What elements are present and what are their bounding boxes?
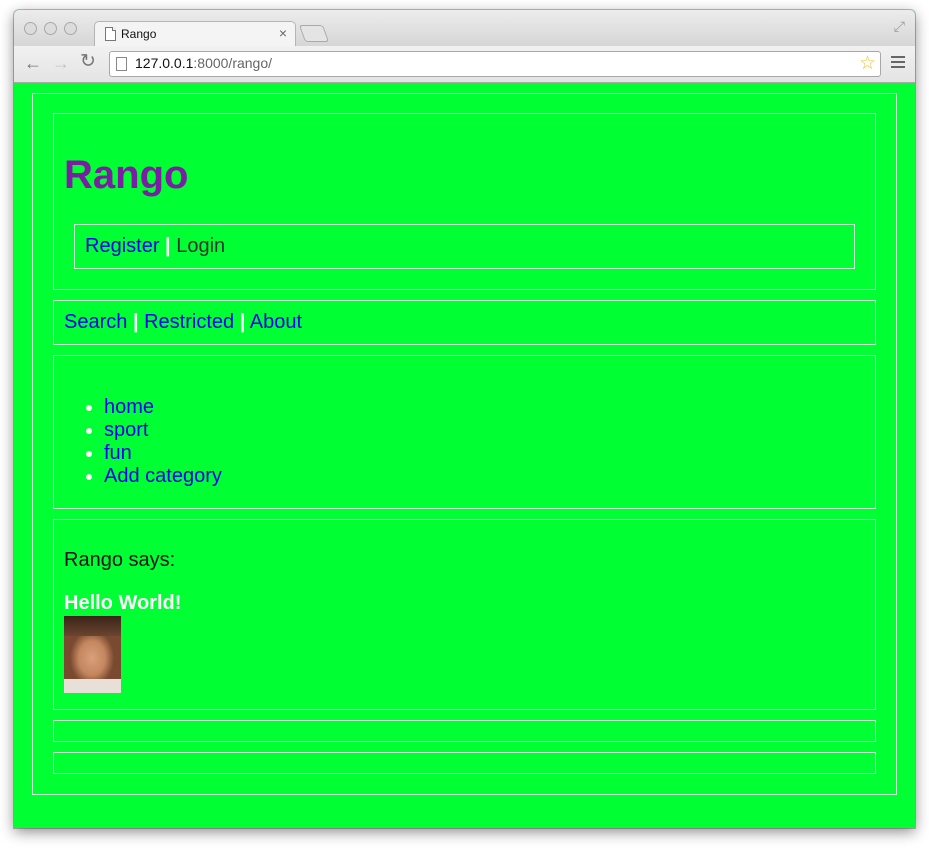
browser-window: Rango × ⤢ ← → ↻ 127.0.0.1:8000/rango/ ☆ … xyxy=(14,10,915,828)
footer-section xyxy=(53,752,876,774)
fullscreen-icon[interactable]: ⤢ xyxy=(894,18,905,35)
back-icon[interactable]: ← xyxy=(24,54,42,72)
tab-rango[interactable]: Rango × xyxy=(94,21,296,48)
page-title: Rango xyxy=(64,153,189,197)
page-content: Rango Register | Login Search | Restrict… xyxy=(14,83,915,828)
separator: | xyxy=(165,235,171,257)
browser-toolbar: ← → ↻ 127.0.0.1:8000/rango/ ☆ xyxy=(14,46,915,83)
page-icon xyxy=(105,27,116,41)
add-category-link[interactable]: Add category xyxy=(104,465,222,487)
address-bar[interactable]: 127.0.0.1:8000/rango/ ☆ xyxy=(109,51,881,77)
list-item: sport xyxy=(104,419,222,442)
close-window-button[interactable] xyxy=(24,22,37,35)
close-icon[interactable]: × xyxy=(279,25,287,41)
tab-title: Rango xyxy=(121,27,157,41)
nav-links: Search | Restricted | About xyxy=(64,310,302,334)
about-link[interactable]: About xyxy=(250,311,302,333)
greeting-message: Hello World! xyxy=(64,592,182,614)
category-link-home[interactable]: home xyxy=(104,396,154,418)
empty-section xyxy=(53,720,876,742)
auth-links: Register | Login xyxy=(85,234,225,258)
list-item: fun xyxy=(104,442,222,465)
url-text: 127.0.0.1:8000/rango/ xyxy=(135,55,273,71)
list-item: Add category xyxy=(104,465,222,488)
profile-photo xyxy=(64,616,121,693)
separator: | xyxy=(239,311,246,333)
restricted-link[interactable]: Restricted xyxy=(144,311,234,333)
star-icon[interactable]: ☆ xyxy=(859,52,876,75)
zoom-window-button[interactable] xyxy=(64,22,77,35)
category-link-sport[interactable]: sport xyxy=(104,419,148,441)
says-label: Rango says: xyxy=(64,549,176,571)
title-bar: Rango × ⤢ xyxy=(14,10,915,48)
separator: | xyxy=(132,311,139,333)
category-link-fun[interactable]: fun xyxy=(104,442,132,464)
forward-icon[interactable]: → xyxy=(52,54,70,72)
login-link[interactable]: Login xyxy=(176,235,225,257)
category-list: home sport fun Add category xyxy=(84,396,222,488)
minimize-window-button[interactable] xyxy=(44,22,57,35)
new-tab-button[interactable] xyxy=(298,25,330,42)
page-icon xyxy=(116,57,127,71)
search-link[interactable]: Search xyxy=(64,311,127,333)
reload-icon[interactable]: ↻ xyxy=(80,52,96,71)
menu-icon[interactable] xyxy=(891,56,905,71)
register-link[interactable]: Register xyxy=(85,235,159,257)
list-item: home xyxy=(104,396,222,419)
